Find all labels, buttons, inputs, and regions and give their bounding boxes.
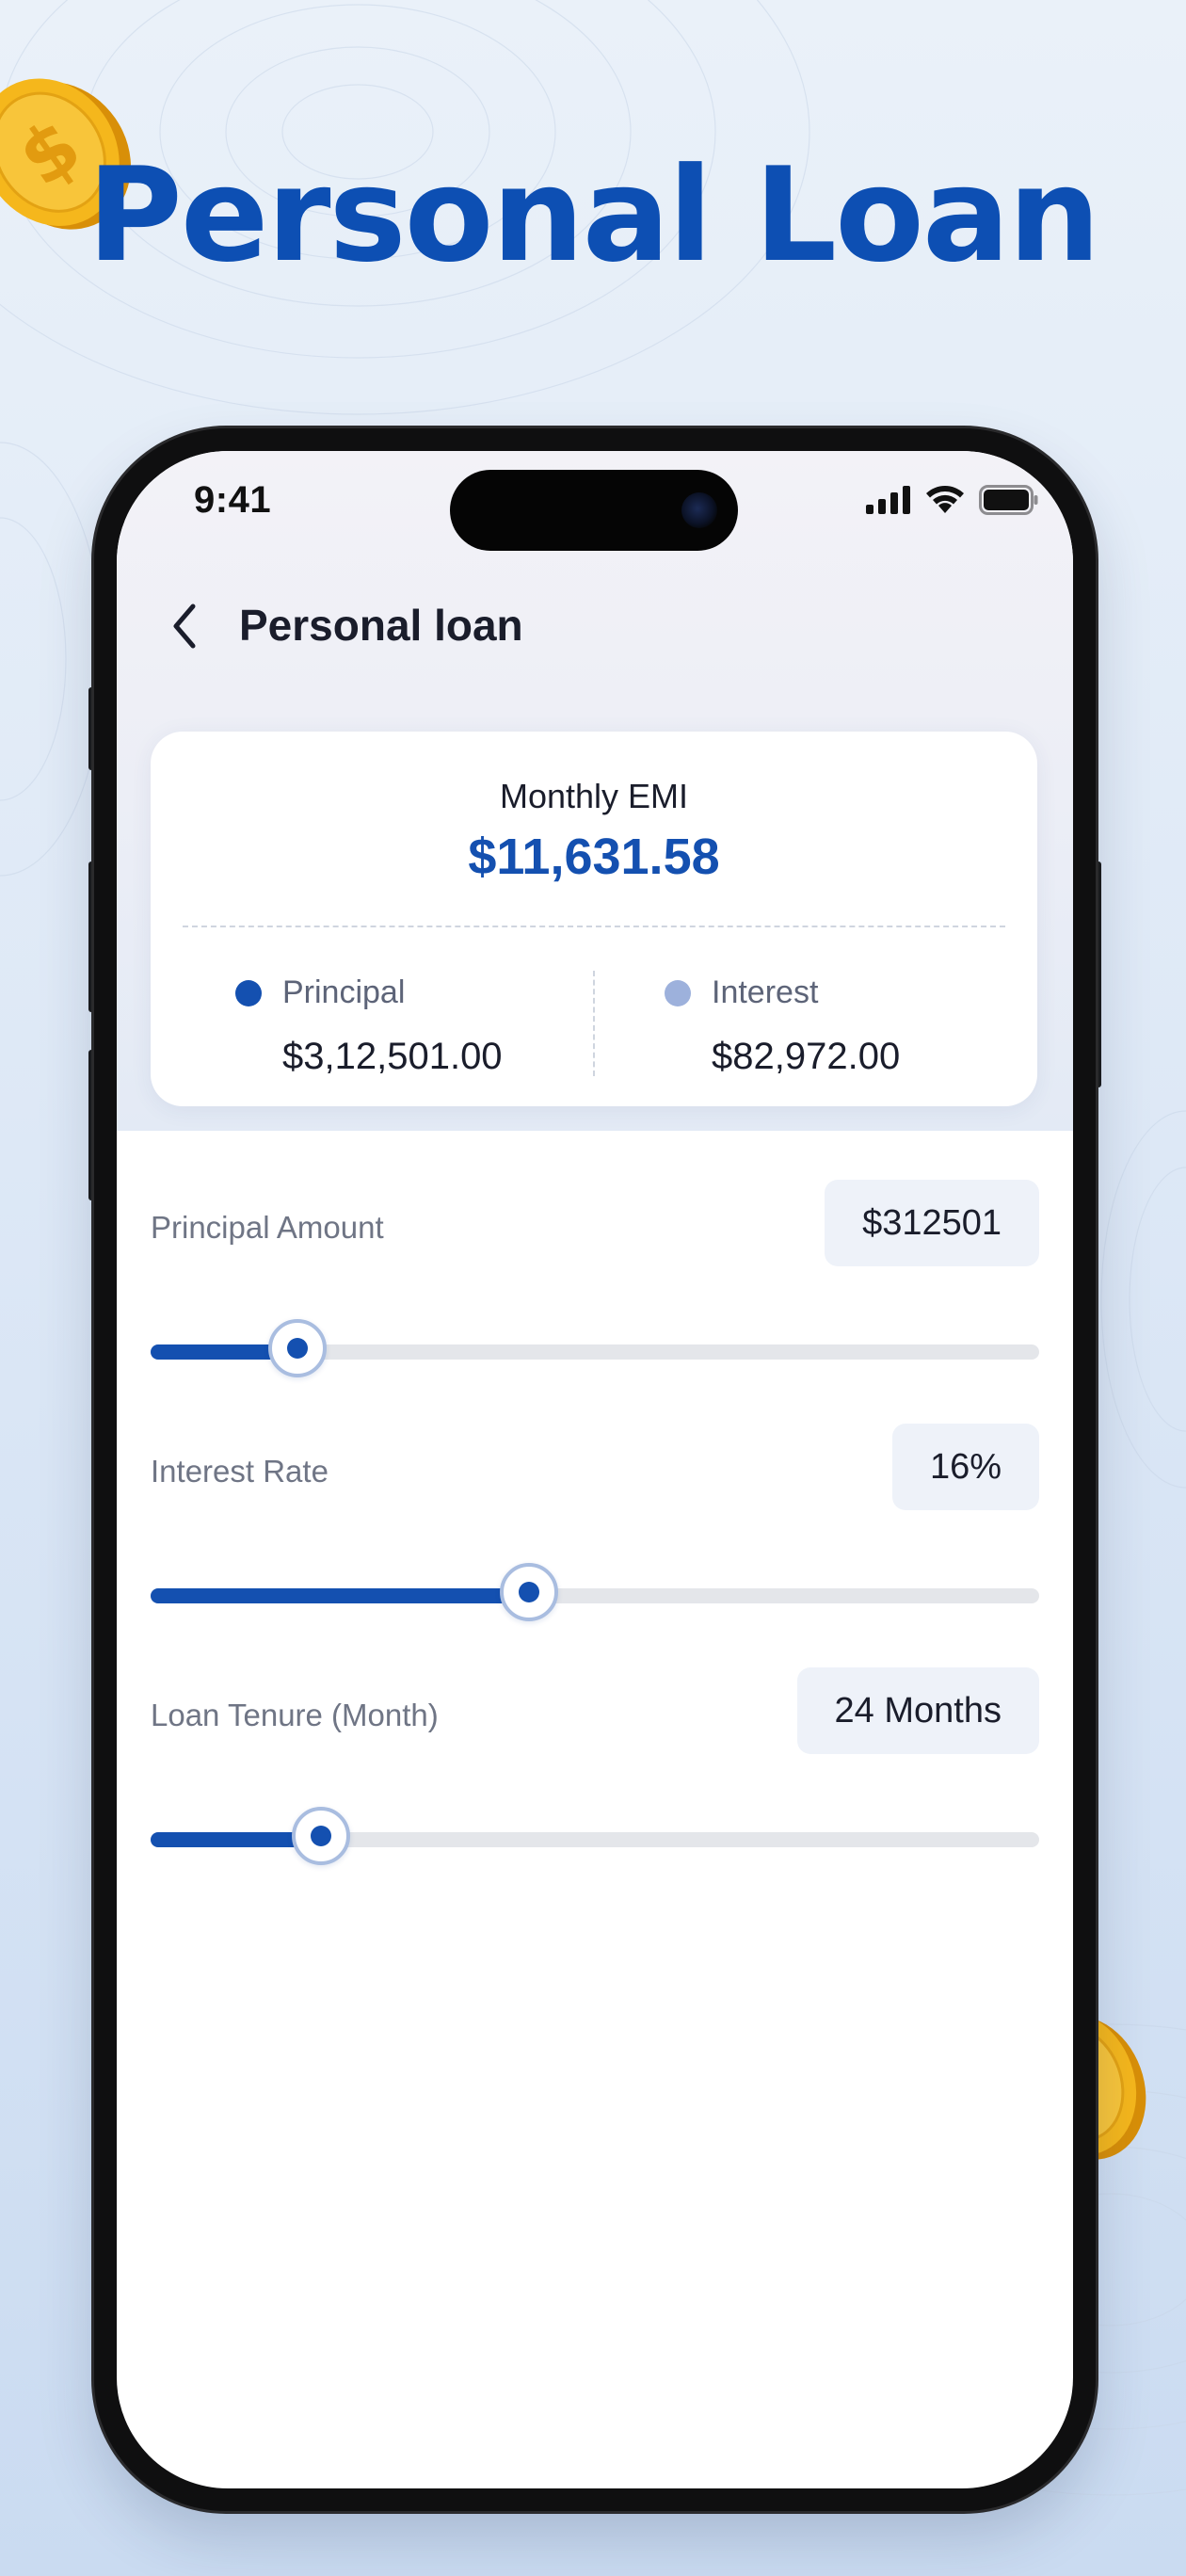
field-label: Principal Amount — [151, 1210, 384, 1245]
loan-tenure-slider[interactable] — [151, 1807, 1039, 1873]
status-icons — [866, 485, 1039, 515]
interest-value: $82,972.00 — [712, 1036, 901, 1077]
interest-rate-slider[interactable] — [151, 1563, 1039, 1629]
top-nav-bar: Personal loan — [117, 592, 1073, 658]
loan-tenure-field: Loan Tenure (Month) 24 Months — [151, 1667, 1039, 1865]
interest-rate-field: Interest Rate 16% — [151, 1424, 1039, 1621]
camera-icon — [681, 492, 717, 528]
phone-frame: 9:41 Personal loan Monthly EMI $11,631.5… — [94, 428, 1096, 2511]
status-time: 9:41 — [194, 479, 272, 521]
principal-dot-icon — [235, 979, 262, 1006]
battery-icon — [979, 485, 1038, 515]
divider — [183, 926, 1005, 927]
slider-thumb-dot — [519, 1582, 539, 1602]
emi-label: Monthly EMI — [499, 777, 689, 815]
page-headline: Personal Loan — [87, 139, 1101, 291]
principal-value: $3,12,501.00 — [282, 1036, 503, 1077]
interest-summary: Interest $82,972.00 — [665, 974, 900, 1078]
wifi-icon — [926, 486, 964, 513]
signal-icon — [866, 486, 910, 514]
slider-thumb-dot — [287, 1338, 308, 1359]
divider — [593, 971, 595, 1076]
emi-summary-card: Monthly EMI $11,631.58 Principal $3,12,5… — [151, 732, 1037, 1106]
slider-thumb[interactable] — [268, 1319, 327, 1377]
principal-summary: Principal $3,12,501.00 — [235, 974, 503, 1078]
interest-label: Interest — [712, 974, 819, 1010]
slider-thumb-dot — [311, 1826, 331, 1846]
app-screen: 9:41 Personal loan Monthly EMI $11,631.5… — [117, 451, 1073, 2488]
interest-rate-input[interactable]: 16% — [891, 1424, 1039, 1510]
field-label: Loan Tenure (Month) — [151, 1698, 439, 1732]
back-button[interactable] — [156, 598, 213, 654]
principal-label: Principal — [282, 974, 406, 1010]
loan-tenure-input[interactable]: 24 Months — [796, 1667, 1039, 1754]
principal-amount-slider[interactable] — [151, 1319, 1039, 1385]
dynamic-island — [450, 470, 738, 551]
principal-amount-field: Principal Amount $312501 — [151, 1180, 1039, 1377]
slider-thumb[interactable] — [500, 1563, 558, 1621]
interest-dot-icon — [665, 979, 691, 1006]
field-label: Interest Rate — [151, 1454, 329, 1489]
emi-value: $11,631.58 — [468, 829, 720, 885]
slider-thumb[interactable] — [292, 1807, 350, 1865]
slider-fill — [151, 1588, 529, 1603]
principal-amount-input[interactable]: $312501 — [825, 1180, 1039, 1266]
chevron-left-icon — [173, 604, 196, 649]
nav-title: Personal loan — [239, 601, 523, 650]
